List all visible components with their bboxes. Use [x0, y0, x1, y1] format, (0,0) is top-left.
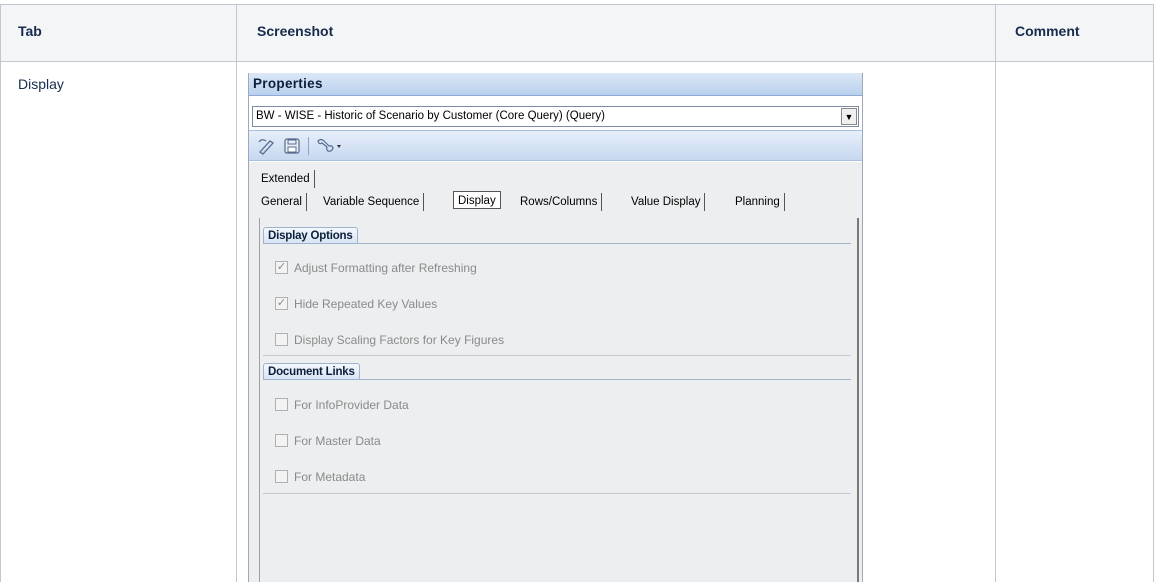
checkbox-master-data[interactable] [275, 434, 288, 447]
display-tab-panel: Display Options ✓ Adjust Formatting afte… [259, 218, 859, 582]
label-master-data: For Master Data [294, 434, 381, 448]
checkbox-display-scaling[interactable] [275, 333, 288, 346]
tab-variable-sequence[interactable]: Variable Sequence [319, 193, 425, 211]
tab-planning[interactable]: Planning [731, 193, 785, 211]
tab-general[interactable]: General [257, 193, 307, 211]
label-infoprovider-data: For InfoProvider Data [294, 398, 409, 412]
group-line-document-links [263, 379, 851, 380]
toolbar [249, 130, 862, 161]
checkbox-hide-repeated[interactable]: ✓ [275, 297, 288, 310]
panel-title: Properties [249, 73, 862, 96]
label-hide-repeated: Hide Repeated Key Values [294, 297, 438, 311]
header-tab: Tab [18, 23, 42, 39]
query-select[interactable]: BW - WISE - Historic of Scenario by Cust… [252, 106, 859, 127]
tab-rows-columns[interactable]: Rows/Columns [516, 193, 603, 211]
cell-tab-name: Display [18, 76, 64, 92]
tools-icon[interactable] [315, 137, 343, 155]
group-line-display-options [263, 243, 851, 244]
column-divider-1 [236, 4, 237, 582]
checkbox-adjust-formatting[interactable]: ✓ [275, 261, 288, 274]
header-comment: Comment [1015, 23, 1080, 39]
checkbox-metadata[interactable] [275, 470, 288, 483]
table-border-top [0, 4, 1154, 5]
tab-display[interactable]: Display [453, 191, 501, 209]
label-display-scaling: Display Scaling Factors for Key Figures [294, 333, 505, 347]
table-header-row [0, 4, 1154, 61]
header-screenshot: Screenshot [257, 23, 334, 39]
group-bottom-document-links [263, 493, 851, 494]
table-border-left [0, 4, 1, 582]
tabs-area: Extended General Variable Sequence Displ… [249, 162, 862, 218]
label-metadata: For Metadata [294, 470, 366, 484]
checkbox-infoprovider-data[interactable] [275, 398, 288, 411]
column-divider-2 [995, 4, 996, 582]
properties-panel: Properties BW - WISE - Historic of Scena… [248, 73, 863, 582]
group-bottom-display-options [263, 355, 851, 356]
save-icon[interactable] [283, 137, 301, 155]
tab-extended[interactable]: Extended [257, 170, 315, 188]
group-title-display-options: Display Options [263, 227, 358, 244]
chevron-down-icon[interactable]: ▼ [841, 108, 857, 125]
query-select-value: BW - WISE - Historic of Scenario by Cust… [256, 110, 605, 122]
tab-content: Display Options ✓ Adjust Formatting afte… [249, 218, 862, 582]
table-header-divider [0, 61, 1154, 62]
toolbar-separator [308, 137, 309, 155]
pencil-icon[interactable] [257, 137, 277, 155]
tab-value-display[interactable]: Value Display [627, 193, 706, 211]
label-adjust-formatting: Adjust Formatting after Refreshing [294, 261, 477, 275]
group-title-document-links: Document Links [263, 363, 360, 380]
